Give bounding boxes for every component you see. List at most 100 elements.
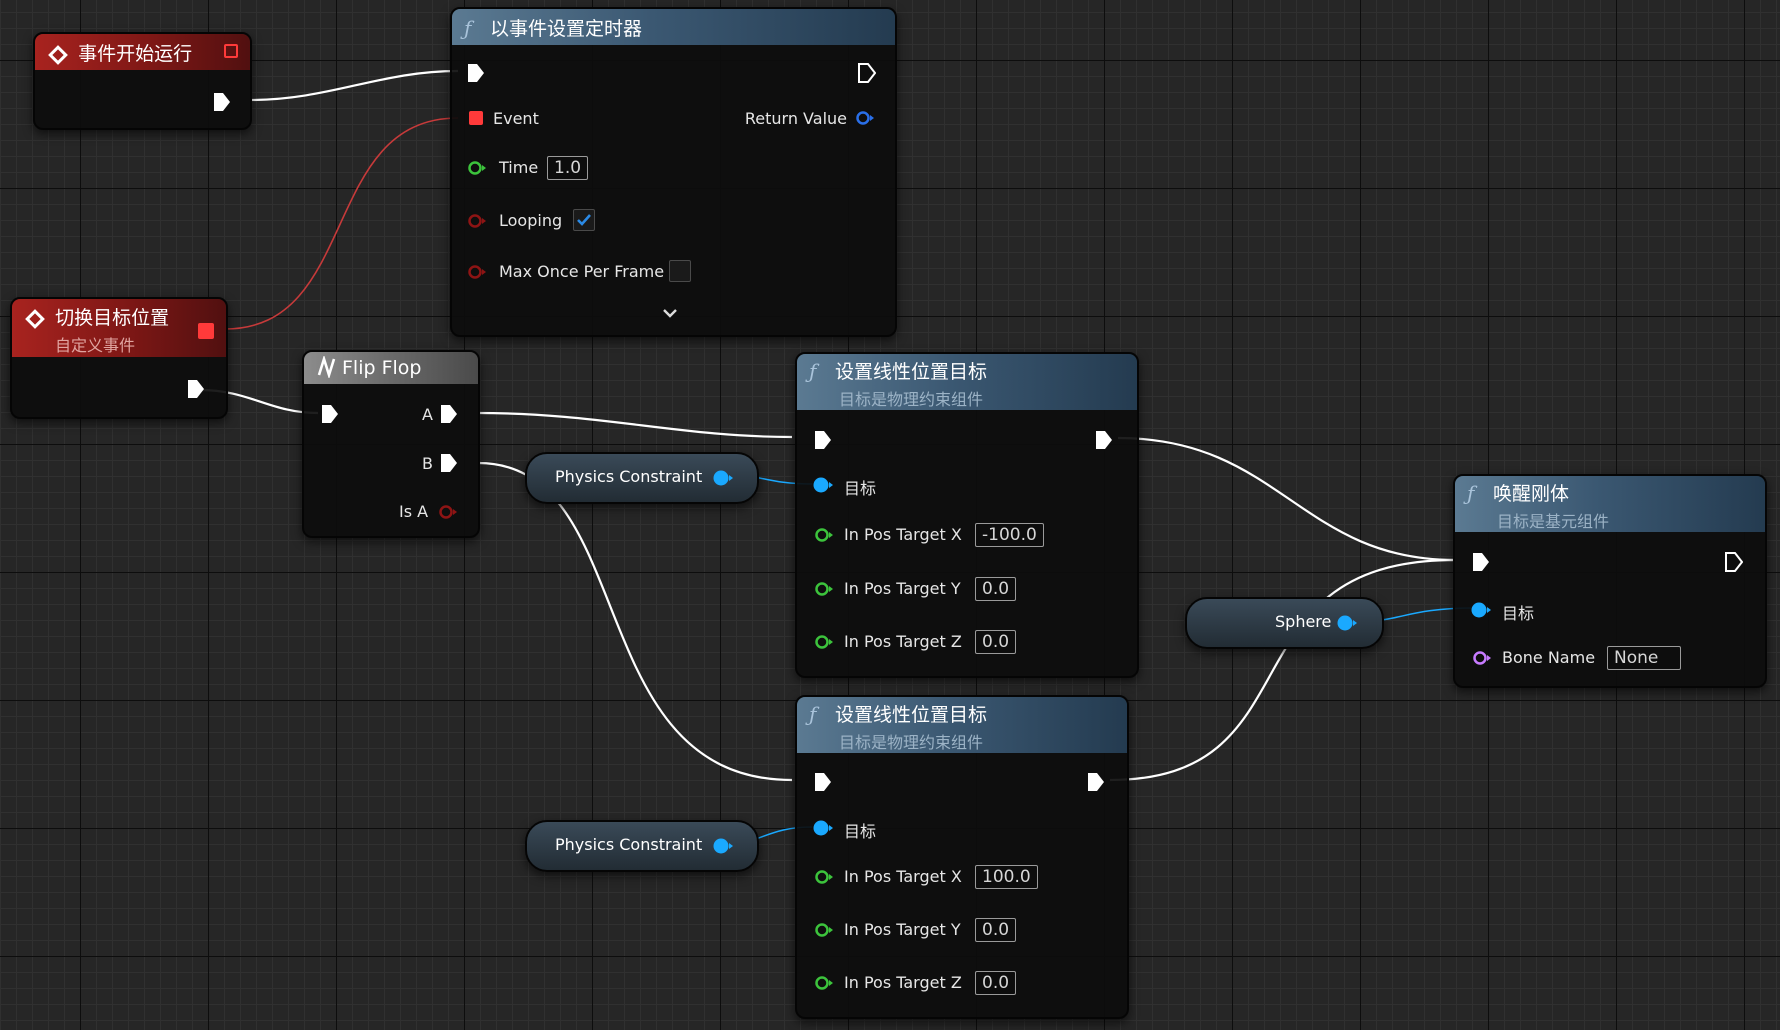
b-label: B bbox=[422, 454, 433, 473]
exec-in-pin[interactable] bbox=[1472, 552, 1490, 572]
event-diamond-icon bbox=[25, 309, 45, 329]
node-header: ƒ 唤醒刚体 目标是基元组件 bbox=[1455, 476, 1765, 532]
node-title: 切换目标位置 bbox=[55, 307, 170, 329]
exec-out-pin[interactable] bbox=[1725, 552, 1743, 572]
a-label: A bbox=[422, 405, 433, 424]
node-title: 以事件设置定时器 bbox=[490, 18, 643, 40]
target-object-pin[interactable] bbox=[812, 476, 834, 494]
node-title: 事件开始运行 bbox=[78, 43, 193, 65]
pos-x-label: In Pos Target X bbox=[844, 867, 962, 886]
variable-label: Physics Constraint bbox=[555, 835, 703, 854]
target-object-pin[interactable] bbox=[812, 819, 834, 837]
exec-out-pin[interactable] bbox=[187, 379, 205, 399]
wire-exec-flipflop-a-setlinear1 bbox=[477, 411, 793, 439]
pos-x-float-pin[interactable] bbox=[814, 527, 834, 543]
node-subtitle: 目标是物理约束组件 bbox=[839, 390, 984, 409]
node-header: 事件开始运行 bbox=[35, 34, 250, 70]
pos-z-value-input[interactable]: 0.0 bbox=[975, 971, 1017, 995]
node-title: Flip Flop bbox=[342, 357, 422, 379]
sphere-variable[interactable]: Sphere bbox=[1185, 597, 1384, 649]
pos-x-value-input[interactable]: -100.0 bbox=[975, 523, 1044, 547]
wire-exec-flipflop-b-setlinear2 bbox=[477, 461, 793, 782]
looping-checkbox[interactable] bbox=[573, 209, 595, 231]
pos-y-label: In Pos Target Y bbox=[844, 920, 961, 939]
target-label: 目标 bbox=[844, 479, 877, 498]
node-header: 切换目标位置 自定义事件 bbox=[12, 299, 226, 357]
delegate-pin[interactable] bbox=[198, 323, 214, 339]
pos-z-float-pin[interactable] bbox=[814, 634, 834, 650]
function-f-icon: ƒ bbox=[809, 359, 817, 383]
node-header: ƒ 设置线性位置目标 目标是物理约束组件 bbox=[797, 697, 1127, 753]
exec-out-pin[interactable] bbox=[1087, 772, 1105, 792]
variable-label: Physics Constraint bbox=[555, 467, 703, 486]
pos-z-value-input[interactable]: 0.0 bbox=[975, 630, 1017, 654]
variable-label: Sphere bbox=[1275, 612, 1332, 631]
event-delegate-pin[interactable] bbox=[469, 111, 483, 125]
function-f-icon: ƒ bbox=[809, 702, 817, 726]
function-f-icon: ƒ bbox=[464, 16, 472, 40]
node-header: ƒ 以事件设置定时器 bbox=[452, 9, 895, 45]
function-f-icon: ƒ bbox=[1467, 481, 1475, 505]
node-subtitle: 自定义事件 bbox=[55, 336, 136, 355]
exec-in-pin[interactable] bbox=[467, 63, 485, 83]
node-title: 设置线性位置目标 bbox=[835, 361, 988, 383]
pos-z-label: In Pos Target Z bbox=[844, 973, 962, 992]
node-title: 唤醒刚体 bbox=[1493, 483, 1570, 505]
time-value-input[interactable]: 1.0 bbox=[547, 156, 589, 180]
set-linear-position-target-node-2[interactable]: ƒ 设置线性位置目标 目标是物理约束组件 目标 In Pos Target X 1… bbox=[795, 695, 1129, 1019]
exec-out-pin[interactable] bbox=[1095, 430, 1113, 450]
node-subtitle: 目标是基元组件 bbox=[1497, 512, 1610, 531]
pos-x-value-input[interactable]: 100.0 bbox=[975, 865, 1038, 889]
return-value-label: Return Value bbox=[744, 109, 847, 128]
max-once-label: Max Once Per Frame bbox=[499, 262, 665, 281]
looping-bool-pin[interactable] bbox=[467, 213, 487, 229]
set-linear-position-target-node-1[interactable]: ƒ 设置线性位置目标 目标是物理约束组件 目标 In Pos Target X -… bbox=[795, 352, 1139, 678]
exec-out-pin[interactable] bbox=[213, 92, 231, 112]
looping-label: Looping bbox=[499, 211, 563, 230]
max-once-checkbox[interactable] bbox=[669, 260, 691, 282]
time-float-pin[interactable] bbox=[467, 160, 487, 176]
target-label: 目标 bbox=[1502, 604, 1535, 623]
pos-x-label: In Pos Target X bbox=[844, 525, 962, 544]
node-header: ƒ 设置线性位置目标 目标是物理约束组件 bbox=[797, 354, 1137, 410]
target-label: 目标 bbox=[844, 822, 877, 841]
set-timer-by-event-node[interactable]: ƒ 以事件设置定时器 Event Return Value Time 1.0 Lo… bbox=[450, 7, 897, 337]
wake-rigid-body-node[interactable]: ƒ 唤醒刚体 目标是基元组件 目标 Bone Name None bbox=[1453, 474, 1767, 688]
target-object-pin[interactable] bbox=[1470, 601, 1492, 619]
bone-name-pin[interactable] bbox=[1472, 650, 1492, 666]
pos-x-float-pin[interactable] bbox=[814, 869, 834, 885]
return-value-pin[interactable] bbox=[855, 110, 875, 126]
chevron-down-icon[interactable] bbox=[662, 307, 678, 319]
flip-flop-icon bbox=[317, 354, 336, 380]
object-out-pin[interactable] bbox=[712, 837, 734, 855]
pos-y-float-pin[interactable] bbox=[814, 581, 834, 597]
pos-y-label: In Pos Target Y bbox=[844, 579, 961, 598]
custom-event-node[interactable]: 切换目标位置 自定义事件 bbox=[10, 297, 228, 419]
bone-name-value-input[interactable]: None bbox=[1607, 646, 1681, 670]
wire-delegate-customevent-settimer bbox=[224, 117, 459, 330]
node-header: Flip Flop bbox=[304, 352, 478, 384]
exec-in-pin[interactable] bbox=[814, 772, 832, 792]
pos-y-value-input[interactable]: 0.0 bbox=[975, 918, 1017, 942]
pos-z-float-pin[interactable] bbox=[814, 975, 834, 991]
max-once-bool-pin[interactable] bbox=[467, 264, 487, 280]
node-subtitle: 目标是物理约束组件 bbox=[839, 733, 984, 752]
object-out-pin[interactable] bbox=[1336, 614, 1358, 632]
pos-y-value-input[interactable]: 0.0 bbox=[975, 577, 1017, 601]
time-label: Time bbox=[499, 158, 539, 177]
a-exec-out-pin[interactable] bbox=[440, 404, 458, 424]
exec-out-pin[interactable] bbox=[858, 63, 876, 83]
physics-constraint-variable-1[interactable]: Physics Constraint bbox=[525, 452, 759, 504]
wire-exec-setlinear1-wake bbox=[1117, 436, 1456, 562]
pos-y-float-pin[interactable] bbox=[814, 922, 834, 938]
physics-constraint-variable-2[interactable]: Physics Constraint bbox=[525, 820, 759, 872]
is-a-bool-pin[interactable] bbox=[438, 504, 458, 520]
exec-in-pin[interactable] bbox=[814, 430, 832, 450]
flip-flop-node[interactable]: Flip Flop A B Is A bbox=[302, 350, 480, 538]
event-begin-play-node[interactable]: 事件开始运行 bbox=[33, 32, 252, 130]
exec-in-pin[interactable] bbox=[321, 404, 339, 424]
object-out-pin[interactable] bbox=[712, 469, 734, 487]
b-exec-out-pin[interactable] bbox=[440, 453, 458, 473]
delegate-pin[interactable] bbox=[224, 44, 238, 58]
pos-z-label: In Pos Target Z bbox=[844, 632, 962, 651]
